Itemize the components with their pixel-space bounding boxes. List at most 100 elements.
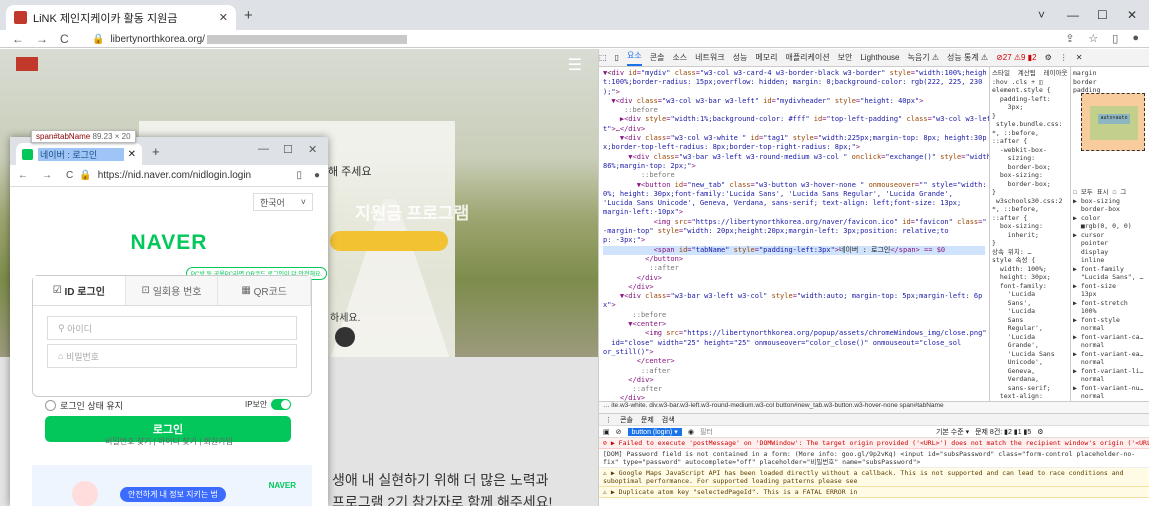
drawer-tab-search[interactable]: 검색: [662, 415, 675, 425]
issue-counts[interactable]: ⊘27 ⚠9 ▮2: [996, 53, 1037, 62]
reload-icon[interactable]: C: [60, 32, 69, 46]
console-error[interactable]: ⊘ ▶ Failed to execute 'postMessage' on '…: [599, 438, 1149, 449]
lock-icon: ⌂: [58, 351, 66, 361]
popup-tab[interactable]: 네이버 : 로그인 ✕: [16, 143, 142, 165]
popup-address-bar[interactable]: ← → C 🔒 https://nid.naver.com/nidlogin.l…: [10, 165, 328, 187]
eye-icon[interactable]: ◉: [688, 428, 694, 436]
tab-recorder[interactable]: 녹음기 ⚠: [908, 52, 939, 63]
body-line: 프로그램 2기 참가자로 함께 해주세요!: [332, 494, 553, 506]
forward-icon[interactable]: →: [42, 170, 52, 181]
tab-console[interactable]: 콘솔: [650, 52, 665, 63]
naver-favicon-icon: [22, 148, 33, 160]
sidepanel-icon[interactable]: ▯: [296, 170, 302, 181]
tab-memory[interactable]: 메모리: [755, 52, 777, 63]
tab-perf-insights[interactable]: 성능 통계 ⚠: [947, 52, 988, 63]
close-tab-icon[interactable]: ✕: [128, 149, 136, 160]
sidepanel-icon[interactable]: ▯: [1112, 32, 1118, 45]
address-bar-row: ← → C 🔒 libertynorthkorea.org/ ⇪ ☆ ▯ ●: [0, 30, 1149, 48]
console-warning[interactable]: ⚠ ▶ Google Maps JavaScript API has been …: [599, 468, 1149, 487]
popup-tab-title: 네이버 : 로그인: [38, 147, 124, 161]
share-icon[interactable]: ⇪: [1065, 32, 1074, 45]
tab-label: ID 로그인: [64, 287, 105, 298]
tab-qr-code[interactable]: ▦ QR코드: [218, 276, 312, 305]
url-text: libertynorthkorea.org/: [110, 33, 205, 45]
security-banner[interactable]: 안전하게 내 정보 지키는 법 NAVER: [32, 465, 312, 506]
drawer-menu-icon[interactable]: ⋮: [605, 416, 612, 424]
tab-elements[interactable]: 요소: [626, 50, 642, 66]
console-warning[interactable]: ⚠ ▶ Duplicate atom key "selectedPageId".…: [599, 487, 1149, 498]
tab-security[interactable]: 보안: [838, 52, 853, 63]
maximize-icon[interactable]: ☐: [283, 143, 293, 156]
bookmark-star-icon[interactable]: ☆: [1088, 32, 1098, 45]
password-input[interactable]: ⌂ 비밀번호: [47, 344, 297, 368]
settings-gear-icon[interactable]: ⚙: [1045, 53, 1052, 62]
drawer-tab-issues[interactable]: 문제: [641, 415, 654, 425]
devtools-panel: ⬚ ▯ 요소 콘솔 소스 네트워크 성능 메모리 애플리케이션 보안 Light…: [598, 49, 1149, 506]
log-level-select[interactable]: 기본 수준 ▾: [936, 427, 969, 437]
maximize-icon[interactable]: ☐: [1097, 8, 1108, 22]
back-icon[interactable]: ←: [18, 170, 28, 181]
element-inspect-tooltip: span#tabName 89.23 × 20: [31, 130, 136, 143]
apple-login-icon[interactable]: [335, 327, 355, 347]
console-settings-icon[interactable]: ⚙: [1037, 428, 1043, 436]
browser-tab[interactable]: LiNK 제인지케이카 활동 지원금 ✕: [6, 5, 236, 30]
tab-onetime-number[interactable]: ⊡ 일회용 번호: [125, 276, 219, 305]
console-info[interactable]: [DOM] Password field is not contained in…: [599, 449, 1149, 468]
more-menu-icon[interactable]: ⋮: [1060, 53, 1068, 62]
id-placeholder: 아이디: [67, 323, 92, 334]
reload-icon[interactable]: C: [66, 170, 73, 181]
clear-console-icon[interactable]: ⊘: [616, 428, 622, 436]
dom-breadcrumb[interactable]: … ite.w3-white. div.w3-bar.w3-left.w3-ro…: [599, 401, 1149, 413]
new-tab-icon[interactable]: +: [152, 144, 160, 159]
program-title: 지원금 프로그램: [355, 204, 470, 223]
minimize-icon[interactable]: —: [258, 143, 269, 155]
computed-pane[interactable]: margin border padding auto×auto auto×aut…: [1070, 67, 1149, 401]
tab-sources[interactable]: 소스: [672, 52, 687, 63]
tab-id-login[interactable]: ☑ ID 로그인: [33, 276, 126, 305]
filter-input[interactable]: 필터: [700, 427, 930, 437]
back-icon[interactable]: ←: [12, 32, 24, 46]
address-bar[interactable]: 🔒 libertynorthkorea.org/: [92, 32, 407, 46]
body-line: 생애 내 실현하기 위해 더 많은 노력과: [332, 472, 549, 488]
close-tab-icon[interactable]: ✕: [219, 11, 228, 24]
toggle-switch[interactable]: [271, 399, 292, 410]
tab-performance[interactable]: 성능: [733, 52, 748, 63]
issues-count[interactable]: 문제 8건: ▮2 ▮1 ▮5: [975, 427, 1031, 437]
profile-icon[interactable]: ●: [314, 170, 320, 181]
login-yellow-button[interactable]: [330, 231, 448, 251]
site-logo[interactable]: [16, 57, 38, 71]
styles-tabs[interactable]: 스타일 계산됨 레이아웃 »: [992, 69, 1070, 77]
close-window-icon[interactable]: ✕: [1127, 8, 1137, 22]
close-window-icon[interactable]: ✕: [308, 143, 317, 156]
popup-url: https://nid.naver.com/nidlogin.login: [97, 170, 252, 181]
profile-icon[interactable]: ●: [1132, 32, 1139, 45]
card-small-text: 하세요.: [330, 313, 361, 324]
tab-network[interactable]: 네트워크: [695, 52, 724, 63]
id-input[interactable]: ⚲ 아이디: [47, 316, 297, 340]
box-model-diagram: auto×auto: [1081, 93, 1145, 151]
tab-application[interactable]: 애플리케이션: [785, 52, 829, 63]
close-devtools-icon[interactable]: ✕: [1076, 53, 1083, 62]
new-tab-icon[interactable]: +: [244, 7, 253, 24]
keep-login-checkbox[interactable]: 로그인 상태 유지: [45, 399, 123, 412]
sidebar-toggle-icon[interactable]: ▣: [603, 428, 610, 436]
devtools-tabbar: ⬚ ▯ 요소 콘솔 소스 네트워크 성능 메모리 애플리케이션 보안 Light…: [599, 49, 1149, 67]
tab-search-icon[interactable]: ˅: [1038, 8, 1045, 22]
tab-label: 일회용 번호: [152, 287, 202, 298]
styles-pane[interactable]: 스타일 계산됨 레이아웃 » :hov .cls + ◫ element.sty…: [989, 67, 1070, 401]
inspect-icon[interactable]: ⬚: [599, 53, 607, 62]
tooltip-name: span#tabName: [36, 132, 91, 141]
login-box: ☑ ID 로그인 ⊡ 일회용 번호 ▦ QR코드 ⚲ 아이디 ⌂ 비밀번호: [32, 275, 312, 397]
forward-icon[interactable]: →: [36, 32, 48, 46]
context-selector[interactable]: button (login) ▾: [627, 427, 682, 436]
language-select[interactable]: 한국어 ˅: [253, 193, 313, 211]
banner-naver-logo: NAVER: [268, 481, 296, 490]
ip-security-toggle[interactable]: IP보안: [245, 399, 292, 410]
drawer-tab-console[interactable]: 콘솔: [620, 415, 633, 425]
account-links[interactable]: 비밀번호 찾기 | 아이디 찾기 | 회원가입: [10, 436, 328, 447]
hamburger-menu-icon[interactable]: ☰: [568, 55, 582, 75]
tab-lighthouse[interactable]: Lighthouse: [860, 53, 899, 62]
dom-tree[interactable]: ▼<div id="mydiv" class="w3-col w3-card-4…: [599, 67, 989, 401]
device-toggle-icon[interactable]: ▯: [615, 53, 619, 62]
minimize-icon[interactable]: —: [1067, 8, 1079, 22]
